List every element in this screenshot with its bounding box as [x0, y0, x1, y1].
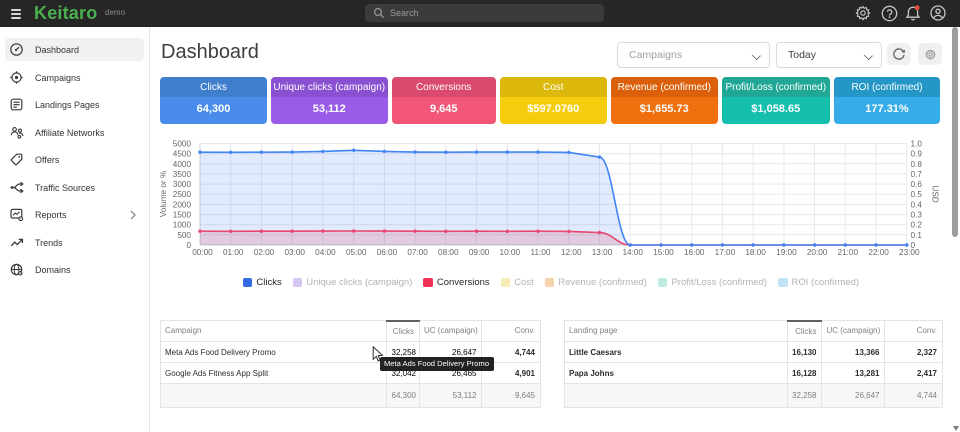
svg-text:5000: 5000	[173, 140, 192, 149]
svg-text:17:00: 17:00	[715, 248, 736, 257]
svg-text:3000: 3000	[173, 180, 192, 189]
svg-text:500: 500	[177, 231, 191, 240]
svg-text:3500: 3500	[173, 170, 192, 179]
svg-text:1.0: 1.0	[911, 140, 923, 149]
svg-text:11:00: 11:00	[531, 248, 551, 257]
svg-text:09:00: 09:00	[469, 248, 490, 257]
svg-text:2000: 2000	[173, 200, 192, 209]
svg-text:15:00: 15:00	[653, 248, 674, 257]
svg-text:01:00: 01:00	[223, 248, 244, 257]
svg-text:14:00: 14:00	[622, 248, 643, 257]
svg-text:0.9: 0.9	[911, 150, 923, 159]
svg-text:4500: 4500	[173, 150, 192, 159]
svg-text:USD: USD	[931, 185, 940, 202]
svg-text:Volume or %: Volume or %	[159, 171, 168, 217]
svg-text:03:00: 03:00	[284, 248, 305, 257]
svg-text:20:00: 20:00	[807, 248, 828, 257]
svg-text:16:00: 16:00	[684, 248, 705, 257]
svg-text:02:00: 02:00	[254, 248, 275, 257]
svg-text:0.5: 0.5	[911, 190, 923, 199]
svg-text:0.2: 0.2	[911, 221, 923, 230]
svg-text:08:00: 08:00	[438, 248, 459, 257]
svg-text:18:00: 18:00	[745, 248, 766, 257]
svg-text:13:00: 13:00	[592, 248, 613, 257]
svg-text:04:00: 04:00	[315, 248, 336, 257]
svg-text:0.6: 0.6	[911, 180, 923, 189]
svg-text:22:00: 22:00	[868, 248, 889, 257]
svg-text:4000: 4000	[173, 160, 192, 169]
svg-text:0.3: 0.3	[911, 211, 923, 220]
svg-text:00:00: 00:00	[192, 248, 213, 257]
svg-text:21:00: 21:00	[838, 248, 859, 257]
svg-text:06:00: 06:00	[377, 248, 398, 257]
svg-text:1500: 1500	[173, 211, 192, 220]
svg-text:19:00: 19:00	[776, 248, 797, 257]
svg-text:05:00: 05:00	[346, 248, 367, 257]
svg-text:12:00: 12:00	[561, 248, 582, 257]
svg-text:0: 0	[186, 241, 191, 250]
svg-text:0.7: 0.7	[911, 170, 923, 179]
svg-text:0.4: 0.4	[911, 200, 923, 209]
svg-text:0.8: 0.8	[911, 160, 923, 169]
svg-text:23:00: 23:00	[899, 248, 920, 257]
svg-text:1000: 1000	[173, 221, 192, 230]
svg-text:10:00: 10:00	[500, 248, 521, 257]
svg-text:07:00: 07:00	[407, 248, 428, 257]
svg-text:2500: 2500	[173, 190, 192, 199]
svg-text:0.1: 0.1	[911, 231, 923, 240]
